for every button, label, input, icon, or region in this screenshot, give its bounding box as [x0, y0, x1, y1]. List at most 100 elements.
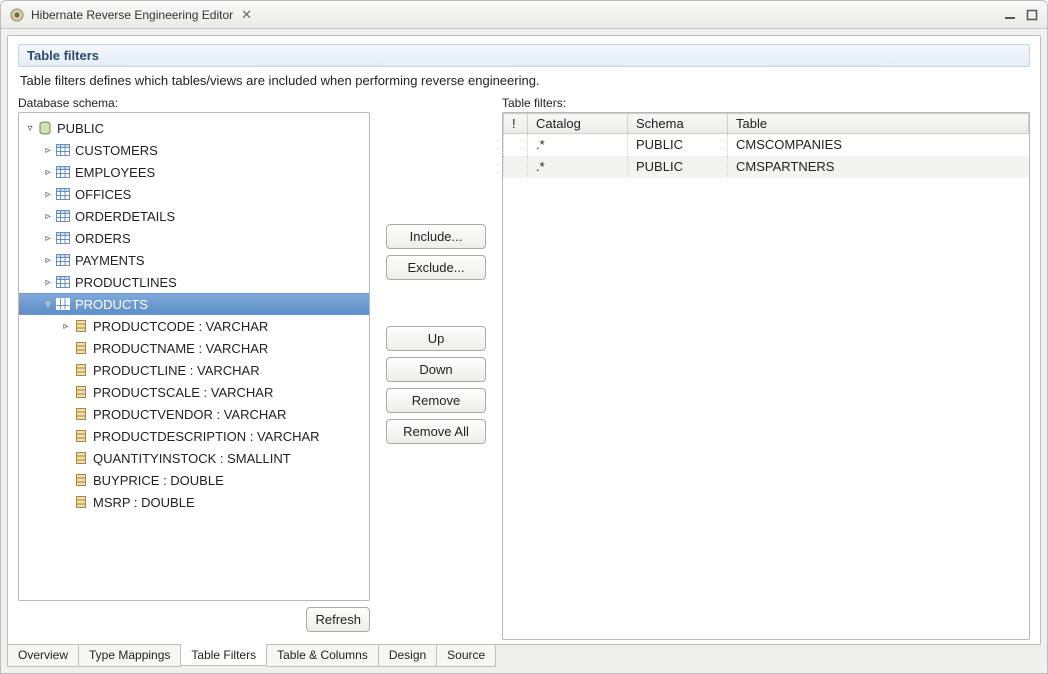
column-item-icon — [73, 450, 89, 466]
table-row[interactable]: .*PUBLICCMSCOMPANIES — [504, 134, 1029, 156]
tree-label: PRODUCTNAME : VARCHAR — [93, 341, 268, 356]
filters-table-box: ! Catalog Schema Table .*PUBLICCMSCOMPAN… — [502, 112, 1030, 640]
table-orderdetails-icon — [55, 208, 71, 224]
tab-design[interactable]: Design — [378, 645, 437, 667]
cell-table: CMSCOMPANIES — [728, 134, 1029, 156]
twisty-icon[interactable]: ▹ — [41, 233, 55, 244]
editor-window: Hibernate Reverse Engineering Editor ✕ T… — [0, 0, 1048, 674]
table-orderdetails[interactable]: ▹ORDERDETAILS — [19, 205, 369, 227]
twisty-icon[interactable]: ▹ — [59, 321, 73, 332]
refresh-button[interactable]: Refresh — [306, 607, 370, 632]
remove-button[interactable]: Remove — [386, 388, 486, 413]
close-tab-icon[interactable]: ✕ — [241, 8, 252, 21]
tab-overview[interactable]: Overview — [7, 645, 79, 667]
twisty-icon[interactable]: ▹ — [41, 189, 55, 200]
column-item-icon — [73, 406, 89, 422]
tree-label: PRODUCTS — [75, 297, 148, 312]
tree-label: PRODUCTLINES — [75, 275, 177, 290]
table-row[interactable]: .*PUBLICCMSPARTNERS — [504, 156, 1029, 178]
column-item-icon — [73, 340, 89, 356]
twisty-icon[interactable]: ▹ — [41, 277, 55, 288]
tree-label: MSRP : DOUBLE — [93, 495, 195, 510]
column-item-icon — [73, 428, 89, 444]
column-item[interactable]: QUANTITYINSTOCK : SMALLINT — [19, 447, 369, 469]
cell-table: CMSPARTNERS — [728, 156, 1029, 178]
tab-source[interactable]: Source — [436, 645, 496, 667]
cell-schema: PUBLIC — [628, 156, 728, 178]
col-header-table[interactable]: Table — [728, 114, 1029, 134]
tree-label: PRODUCTLINE : VARCHAR — [93, 363, 260, 378]
window-title: Hibernate Reverse Engineering Editor — [31, 8, 233, 22]
tree-label: BUYPRICE : DOUBLE — [93, 473, 224, 488]
filters-panel: Table filters: ! Catalog Schema Table .*… — [502, 96, 1030, 640]
column-item[interactable]: PRODUCTLINE : VARCHAR — [19, 359, 369, 381]
column-item[interactable]: PRODUCTNAME : VARCHAR — [19, 337, 369, 359]
cell-bang — [504, 156, 528, 178]
action-buttons: Include... Exclude... Up Down Remove Rem… — [386, 96, 486, 640]
column-item[interactable]: MSRP : DOUBLE — [19, 491, 369, 513]
column-item[interactable]: PRODUCTSCALE : VARCHAR — [19, 381, 369, 403]
page-description: Table filters defines which tables/views… — [18, 73, 1030, 88]
table-employees[interactable]: ▹ EMPLOYEES — [19, 161, 369, 183]
panels: Database schema: ▿PUBLIC▹CUSTOMERS▹EMPLO… — [18, 96, 1030, 640]
filters-panel-label: Table filters: — [502, 96, 1030, 110]
tree-label: PRODUCTSCALE : VARCHAR — [93, 385, 273, 400]
exclude-button[interactable]: Exclude... — [386, 255, 486, 280]
content-area: Table filters Table filters defines whic… — [7, 35, 1041, 644]
column-item-icon — [73, 472, 89, 488]
table-customers[interactable]: ▹ CUSTOMERS — [19, 139, 369, 161]
table-products-icon — [55, 296, 71, 312]
table-offices-icon — [55, 186, 71, 202]
tab-table-columns[interactable]: Table & Columns — [266, 645, 379, 667]
column-item[interactable]: PRODUCTDESCRIPTION : VARCHAR — [19, 425, 369, 447]
table-employees-icon — [55, 164, 71, 180]
tree-label: PRODUCTVENDOR : VARCHAR — [93, 407, 286, 422]
minimize-icon[interactable] — [1001, 7, 1019, 23]
schema-root-icon — [37, 120, 53, 136]
twisty-icon[interactable]: ▹ — [41, 255, 55, 266]
tree-label: OFFICES — [75, 187, 131, 202]
column-item-icon — [73, 318, 89, 334]
hibernate-icon — [9, 7, 25, 23]
table-products[interactable]: ▿ PRODUCTS — [19, 293, 369, 315]
page-title: Table filters — [18, 44, 1030, 67]
schema-panel: Database schema: ▿PUBLIC ▹ CUSTOMERS ▹ EMPLO… — [18, 96, 370, 640]
column-item[interactable]: ▹PRODUCTCODE : VARCHAR — [19, 315, 369, 337]
down-button[interactable]: Down — [386, 357, 486, 382]
tab-type-mappings[interactable]: Type Mappings — [78, 645, 181, 667]
tree-label: PRODUCTDESCRIPTION : VARCHAR — [93, 429, 320, 444]
twisty-icon[interactable]: ▿ — [23, 123, 37, 134]
schema-tree[interactable]: ▿PUBLIC ▹ CUSTOMERS ▹ EMPLOYEES ▹ OFFICES ▹ORDE… — [18, 112, 370, 601]
up-button[interactable]: Up — [386, 326, 486, 351]
col-header-catalog[interactable]: Catalog — [528, 114, 628, 134]
col-header-schema[interactable]: Schema — [628, 114, 728, 134]
column-item[interactable]: BUYPRICE : DOUBLE — [19, 469, 369, 491]
tree-label: EMPLOYEES — [75, 165, 155, 180]
remove-all-button[interactable]: Remove All — [386, 419, 486, 444]
bottom-tabs: OverviewType MappingsTable FiltersTable … — [7, 644, 1041, 667]
table-payments-icon — [55, 252, 71, 268]
column-item-icon — [73, 384, 89, 400]
cell-catalog: .* — [528, 134, 628, 156]
maximize-icon[interactable] — [1023, 7, 1041, 23]
titlebar: Hibernate Reverse Engineering Editor ✕ — [1, 1, 1047, 29]
twisty-icon[interactable]: ▿ — [41, 299, 55, 310]
include-button[interactable]: Include... — [386, 224, 486, 249]
twisty-icon[interactable]: ▹ — [41, 167, 55, 178]
table-orders[interactable]: ▹ORDERS — [19, 227, 369, 249]
schema-panel-label: Database schema: — [18, 96, 370, 110]
table-offices[interactable]: ▹ OFFICES — [19, 183, 369, 205]
tree-label: CUSTOMERS — [75, 143, 158, 158]
tree-label: QUANTITYINSTOCK : SMALLINT — [93, 451, 291, 466]
column-item[interactable]: PRODUCTVENDOR : VARCHAR — [19, 403, 369, 425]
table-orders-icon — [55, 230, 71, 246]
schema-root[interactable]: ▿PUBLIC — [19, 117, 369, 139]
tree-label: PAYMENTS — [75, 253, 145, 268]
col-header-bang[interactable]: ! — [504, 114, 528, 134]
table-payments[interactable]: ▹ PAYMENTS — [19, 249, 369, 271]
filters-table[interactable]: ! Catalog Schema Table .*PUBLICCMSCOMPAN… — [503, 113, 1029, 178]
table-productlines[interactable]: ▹ PRODUCTLINES — [19, 271, 369, 293]
twisty-icon[interactable]: ▹ — [41, 211, 55, 222]
tab-table-filters[interactable]: Table Filters — [180, 644, 267, 666]
twisty-icon[interactable]: ▹ — [41, 145, 55, 156]
